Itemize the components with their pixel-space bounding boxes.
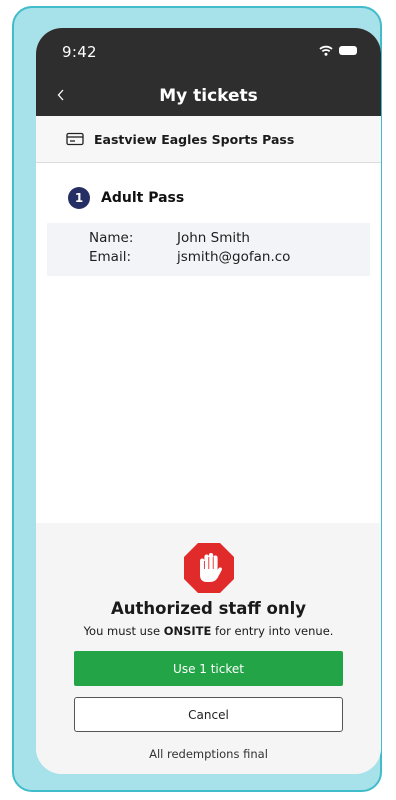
staff-only-title: Authorized staff only bbox=[110, 599, 307, 618]
staff-instructions: You must use ONSITE for entry into venue… bbox=[36, 624, 381, 638]
onsite-keyword: ONSITE bbox=[163, 624, 212, 638]
name-value: John Smith bbox=[177, 230, 250, 246]
holder-email-row: Email: jsmith@gofan.co bbox=[89, 249, 290, 265]
redeem-panel: Authorized staff only You must use ONSIT… bbox=[36, 523, 381, 774]
phone-screen: 9:42 My tickets Eastview Eagles Sports P… bbox=[36, 28, 381, 774]
instructions-suffix: for entry into venue. bbox=[211, 624, 334, 638]
ticket-type: Adult Pass bbox=[101, 190, 185, 206]
email-value: jsmith@gofan.co bbox=[177, 249, 291, 265]
ticket-holder-info: Name: John Smith Email: jsmith@gofan.co bbox=[47, 223, 370, 276]
card-icon bbox=[66, 132, 84, 146]
use-ticket-button[interactable]: Use 1 ticket bbox=[74, 651, 343, 686]
cancel-button[interactable]: Cancel bbox=[74, 697, 343, 732]
page-title: My tickets bbox=[159, 86, 258, 106]
battery-icon bbox=[339, 46, 357, 55]
instructions-prefix: You must use bbox=[83, 624, 164, 638]
top-bar: 9:42 My tickets bbox=[36, 28, 381, 116]
redemption-note: All redemptions final bbox=[149, 747, 268, 761]
email-label: Email: bbox=[89, 249, 132, 265]
wifi-icon bbox=[319, 45, 333, 56]
ticket-header: 1 Adult Pass bbox=[68, 187, 184, 209]
stop-hand-icon bbox=[184, 543, 234, 593]
status-icons bbox=[319, 45, 357, 56]
pass-header: Eastview Eagles Sports Pass bbox=[36, 116, 381, 163]
ticket-number-badge: 1 bbox=[68, 187, 90, 209]
status-time: 9:42 bbox=[62, 43, 97, 61]
pass-name: Eastview Eagles Sports Pass bbox=[94, 131, 295, 147]
name-label: Name: bbox=[89, 230, 134, 246]
holder-name-row: Name: John Smith bbox=[89, 230, 250, 246]
